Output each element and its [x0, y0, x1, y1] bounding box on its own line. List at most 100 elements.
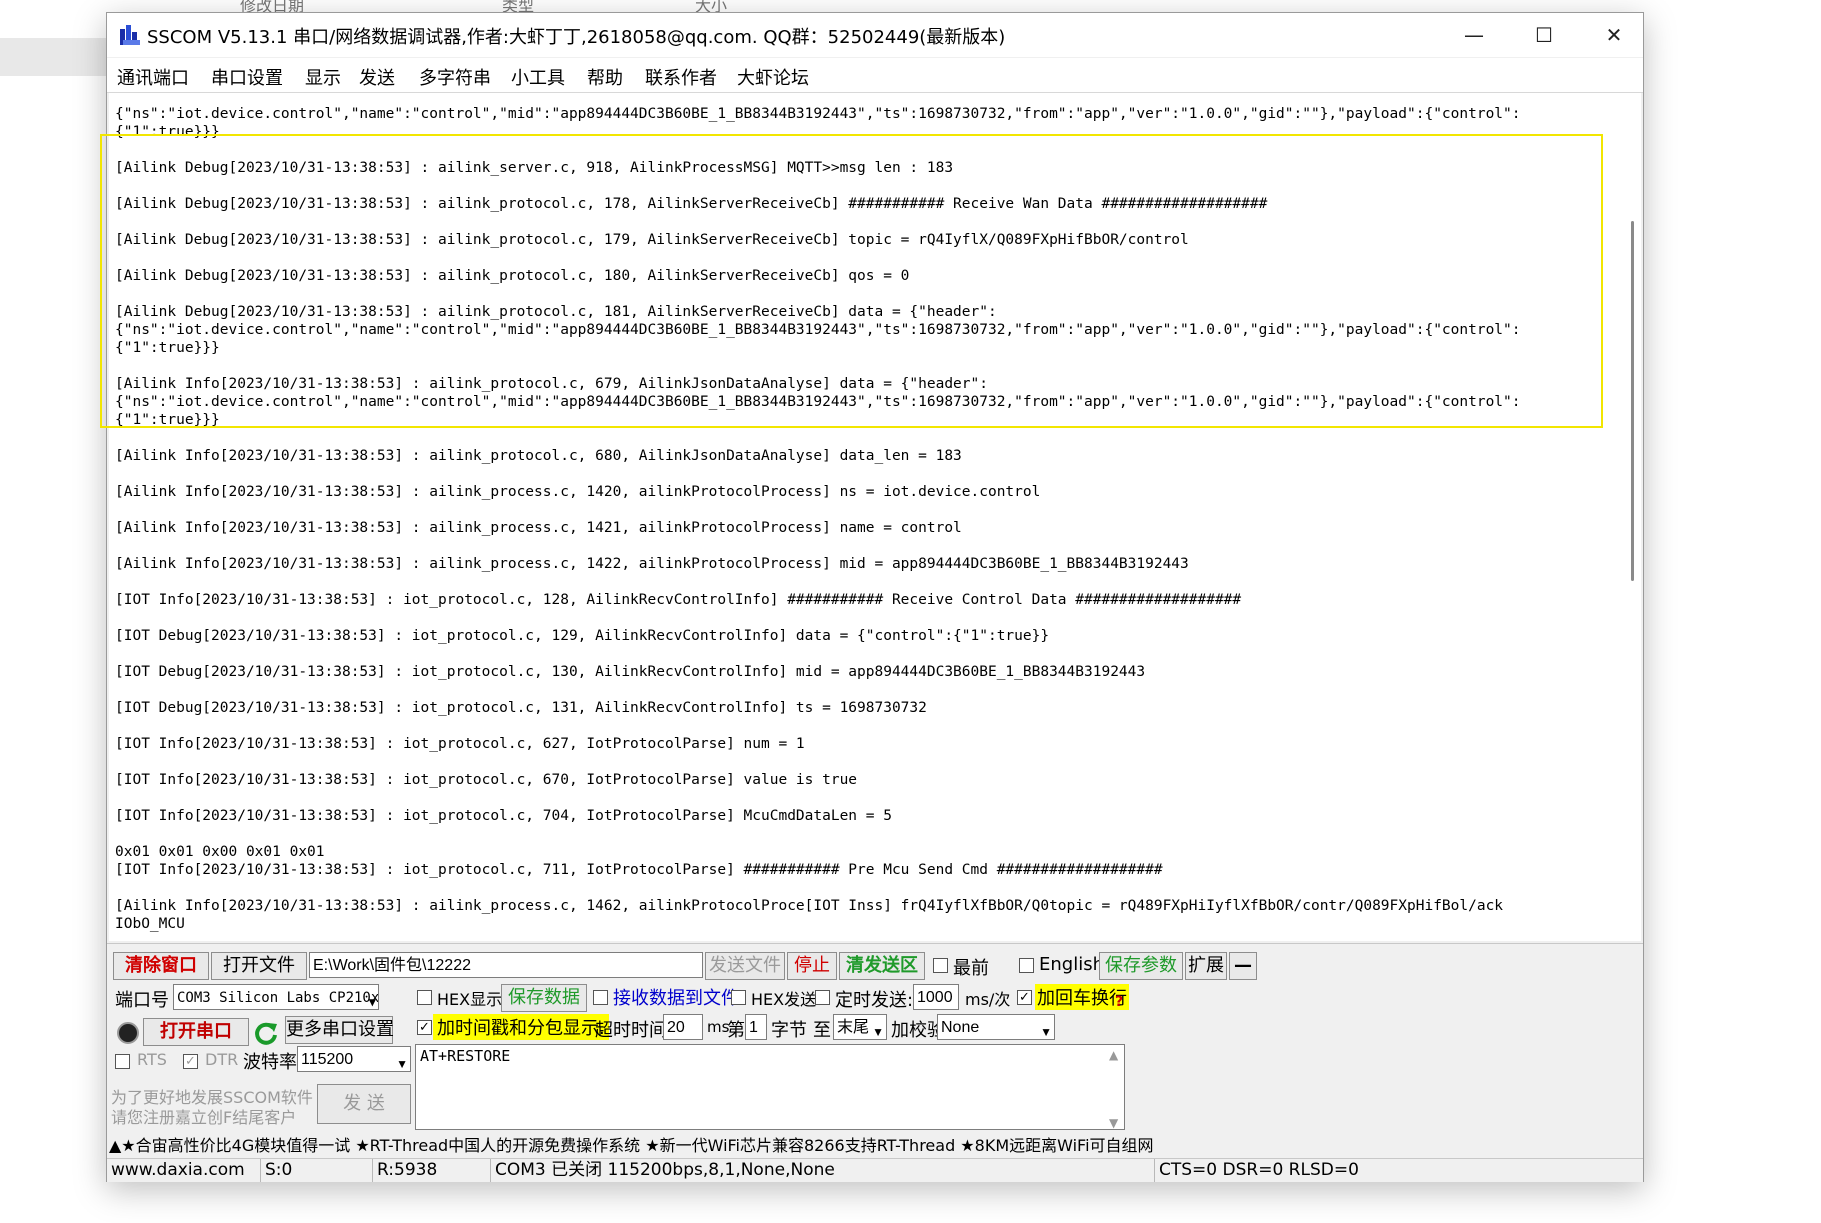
menu-serial-settings[interactable]: 串口设置 [211, 64, 283, 90]
menu-display[interactable]: 显示 [305, 64, 341, 90]
log-line: [Ailink Debug[2023/10/31-13:38:53] : ail… [115, 196, 1268, 212]
more-port-settings-button[interactable]: 更多串口设置 [285, 1016, 394, 1044]
baud-select[interactable]: 115200 ▼ [297, 1046, 411, 1072]
menu-port[interactable]: 通讯端口 [117, 64, 189, 90]
save-data-button[interactable]: 保存数据 [501, 984, 587, 1012]
hex-send-checkbox[interactable] [731, 990, 746, 1005]
log-line: [IOT Info[2023/10/31-13:38:53] : iot_pro… [115, 808, 892, 824]
send-file-button[interactable]: 发送文件 [705, 952, 785, 980]
menu-forum[interactable]: 大虾论坛 [737, 64, 809, 90]
log-line: {"1":true}}} [115, 340, 220, 356]
log-line: [Ailink Debug[2023/10/31-13:38:53] : ail… [115, 160, 954, 176]
log-line: [IOT Debug[2023/10/31-13:38:53] : iot_pr… [115, 664, 1146, 680]
log-line: [Ailink Debug[2023/10/31-13:38:53] : ail… [115, 268, 910, 284]
receive-scrollbar[interactable] [1627, 93, 1641, 941]
refresh-icon[interactable] [253, 1020, 279, 1046]
sscom-window: SSCOM V5.13.1 串口/网络数据调试器,作者:大虾丁丁,2618058… [106, 12, 1644, 1182]
nth-label: 第 [727, 1020, 745, 1041]
clear-send-area-button[interactable]: 清发送区 [839, 952, 925, 980]
stop-button[interactable]: 停止 [787, 952, 837, 980]
hex-display-checkbox[interactable] [417, 990, 432, 1005]
open-file-button[interactable]: 打开文件 [211, 952, 307, 980]
recv-to-file-label[interactable]: 接收数据到文件 [613, 984, 739, 1010]
front-checkbox[interactable] [933, 958, 948, 973]
open-port-button[interactable]: 打开串口 [143, 1018, 249, 1046]
log-line: [IOT Debug[2023/10/31-13:38:53] : iot_pr… [115, 628, 1050, 644]
log-line: {"ns":"iot.device.control","name":"contr… [115, 322, 1521, 338]
send-scroll-up-icon[interactable]: ▲ [1109, 1048, 1118, 1062]
dtr-checkbox[interactable]: ✓ [183, 1054, 198, 1069]
save-params-button[interactable]: 保存参数 [1099, 952, 1183, 980]
checksum-select[interactable]: None ▼ [937, 1014, 1055, 1040]
menu-help[interactable]: 帮助 [587, 64, 623, 90]
hex-display-label: HEX显示 [437, 990, 503, 1009]
chevron-down-icon: ▼ [1040, 1025, 1052, 1039]
minimize-button[interactable]: — [1443, 13, 1505, 57]
news-ticker[interactable]: ▲★合宙高性价比4G模块值得一试 ★RT-Thread中国人的开源免费操作系统 … [109, 1135, 1639, 1157]
promo-line-2[interactable]: 请您注册嘉立创F结尾客户 [111, 1104, 296, 1128]
log-line: [IOT Info[2023/10/31-13:38:53] : iot_pro… [115, 862, 1163, 878]
maximize-button[interactable]: ☐ [1513, 13, 1575, 57]
menu-send[interactable]: 发送 [359, 64, 395, 90]
english-checkbox[interactable] [1019, 958, 1034, 973]
baud-value: 115200 [301, 1051, 354, 1068]
port-select-value: COM3 Silicon Labs CP210x U [177, 990, 379, 1006]
chevron-down-icon: ▼ [368, 995, 376, 1009]
collapse-button[interactable]: — [1229, 952, 1257, 980]
timeout-label: 超时时间: [595, 1020, 674, 1041]
scrollbar-thumb[interactable] [1631, 221, 1634, 581]
timed-send-label: 定时发送: [835, 990, 914, 1011]
send-text-area[interactable]: AT+RESTORE [415, 1044, 1125, 1130]
log-line: [Ailink Debug[2023/10/31-13:38:53] : ail… [115, 232, 1189, 248]
sscom-app-icon [120, 25, 140, 45]
log-line: [IOT Info[2023/10/31-13:38:53] : iot_pro… [115, 592, 1242, 608]
status-bar: www.daxia.com S:0 R:5938 COM3 已关闭 115200… [107, 1158, 1643, 1182]
menu-multi-string[interactable]: 多字符串 [419, 64, 491, 90]
timestamp-checkbox[interactable]: ✓ [417, 1020, 432, 1035]
timeout-input[interactable]: 20 [663, 1014, 703, 1040]
help-icon[interactable]: ? [1115, 994, 1123, 1010]
log-line: [Ailink Debug[2023/10/31-13:38:53] : ail… [115, 304, 997, 320]
log-line: [Ailink Info[2023/10/31-13:38:53] : aili… [115, 484, 1041, 500]
recv-to-file-checkbox[interactable] [593, 990, 608, 1005]
add-crlf-checkbox[interactable]: ✓ [1017, 990, 1032, 1005]
rts-checkbox[interactable] [115, 1054, 130, 1069]
log-line: [Ailink Info[2023/10/31-13:38:53] : aili… [115, 556, 1189, 572]
file-path-input[interactable]: E:\Work\固件包\12222 [309, 952, 703, 978]
interval-input[interactable]: 1000 [913, 984, 959, 1010]
port-label: 端口号 [115, 990, 169, 1011]
clear-window-button[interactable]: 清除窗口 [113, 952, 209, 980]
status-port-state: COM3 已关闭 115200bps,8,1,None,None [491, 1159, 1155, 1182]
log-line: {"ns":"iot.device.control","name":"contr… [115, 394, 1521, 410]
port-select[interactable]: COM3 Silicon Labs CP210x U ▼ [173, 984, 379, 1010]
log-line: [Ailink Info[2023/10/31-13:38:53] : aili… [115, 898, 1504, 914]
timestamp-label: 加时间戳和分包显示. [433, 1014, 609, 1040]
timed-send-checkbox[interactable] [815, 990, 830, 1005]
chevron-down-icon: ▼ [872, 1025, 884, 1039]
title-bar: SSCOM V5.13.1 串口/网络数据调试器,作者:大虾丁丁,2618058… [107, 13, 1643, 57]
receive-area[interactable]: {"ns":"iot.device.control","name":"contr… [109, 93, 1627, 941]
menu-contact[interactable]: 联系作者 [645, 64, 717, 90]
end-select[interactable]: 末尾 ▼ [833, 1014, 887, 1040]
hex-send-label: HEX发送 [751, 990, 817, 1009]
log-line: [Ailink Info[2023/10/31-13:38:53] : aili… [115, 448, 962, 464]
log-line: [IOT Debug[2023/10/31-13:38:53] : iot_pr… [115, 700, 927, 716]
to-label: 至 [813, 1020, 831, 1041]
log-line: [IOT Info[2023/10/31-13:38:53] : iot_pro… [115, 772, 858, 788]
dtr-label: DTR [205, 1050, 239, 1069]
send-scroll-down-icon[interactable]: ▼ [1109, 1116, 1118, 1130]
checksum-value: None [941, 1019, 980, 1036]
close-button[interactable]: ✕ [1583, 13, 1645, 57]
menu-tools[interactable]: 小工具 [511, 64, 565, 90]
status-modem-lines: CTS=0 DSR=0 RLSD=0 [1159, 1160, 1359, 1180]
send-button[interactable]: 发 送 [317, 1084, 411, 1124]
log-line: {"ns":"iot.device.control","name":"contr… [115, 106, 1521, 122]
byte-label: 字节 [771, 1020, 807, 1041]
chevron-down-icon: ▼ [396, 1057, 408, 1071]
status-site[interactable]: www.daxia.com [107, 1159, 261, 1182]
log-line: [IOT Info[2023/10/31-13:38:53] : iot_pro… [115, 736, 805, 752]
byte-index-input[interactable]: 1 [745, 1014, 767, 1040]
log-line: {"1":true}}} [115, 124, 220, 140]
expand-button[interactable]: 扩展 [1185, 952, 1227, 980]
background-explorer-strip [0, 38, 110, 76]
